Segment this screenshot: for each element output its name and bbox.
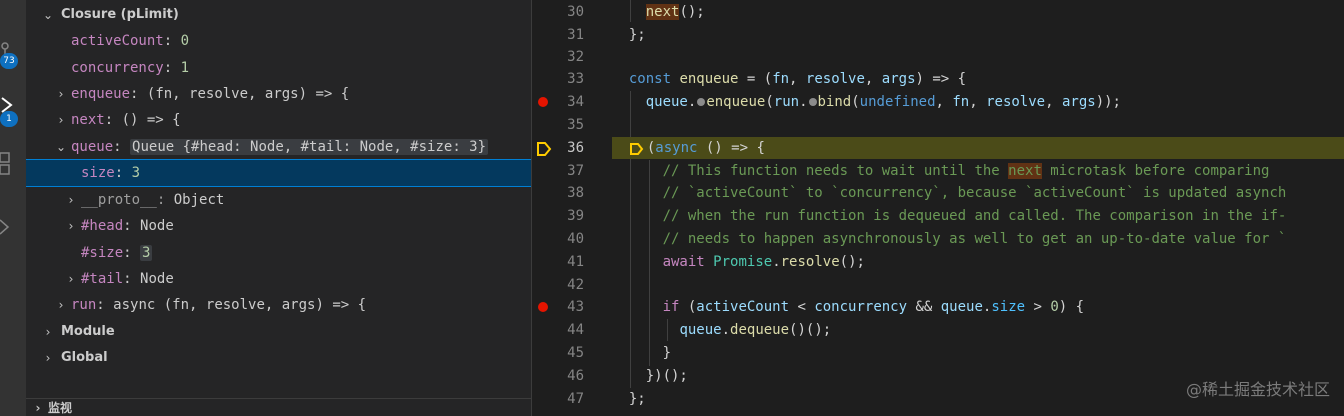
chevron-right-icon[interactable]: › (63, 187, 79, 213)
line-number: 39 (567, 208, 584, 224)
inline-breakpoint-icon[interactable] (808, 98, 817, 106)
inline-breakpoint-icon[interactable] (697, 98, 706, 106)
variable-row-queue[interactable]: ⌄ queue: Queue {#head: Node, #tail: Node… (26, 134, 531, 160)
variable-row-run[interactable]: › run: async (fn, resolve, args) => { (26, 292, 531, 318)
code-line-38: // `activeCount` to `concurrency`, becau… (662, 185, 1287, 201)
code-line-39: // when the run function is dequeued and… (662, 208, 1287, 224)
code-line-34: queue. enqueue(run. bind(undefined, fn, re… (645, 94, 1121, 110)
extensions-icon[interactable] (0, 148, 26, 178)
code-line-31: }; (628, 27, 646, 43)
variable-row-next[interactable]: › next: () => { (26, 107, 531, 133)
chevron-right-icon[interactable]: › (40, 319, 56, 345)
variable-row-tail[interactable]: › #tail: Node (26, 266, 531, 292)
code-line-44: queue.dequeue()(); (679, 322, 832, 338)
code-line-45: } (662, 345, 672, 361)
code-line-43: if (activeCount < concurrency && queue.s… (662, 299, 1085, 315)
variable-row-size[interactable]: size: 3 (26, 159, 531, 187)
line-number: 32 (567, 49, 584, 65)
watermark: @稀土掘金技术社区 (1185, 380, 1330, 399)
chevron-right-icon[interactable]: › (53, 81, 69, 107)
line-number: 31 (567, 27, 584, 43)
paused-breakpoint-icon[interactable] (535, 140, 553, 158)
code-editor[interactable]: next(); }; const enqueue = (fn, resolve,… (612, 0, 1344, 416)
line-number: 35 (567, 117, 584, 133)
line-number: 45 (567, 345, 584, 361)
variables-panel: ⌄ Closure (pLimit) activeCount: 0 concur… (26, 0, 531, 416)
chevron-right-icon[interactable]: › (40, 345, 56, 371)
chevron-down-icon[interactable]: ⌄ (40, 2, 56, 28)
variable-row-concurrency[interactable]: concurrency: 1 (26, 55, 531, 81)
source-control-badge: 73 (0, 53, 18, 69)
inline-paused-icon (629, 141, 647, 155)
line-number: 42 (567, 277, 584, 293)
code-line-40: // needs to happen asynchronously as wel… (662, 231, 1287, 247)
line-number: 38 (567, 185, 584, 201)
variable-row-activecount[interactable]: activeCount: 0 (26, 28, 531, 54)
line-number: 37 (567, 163, 584, 179)
variable-row-enqueue[interactable]: › enqueue: (fn, resolve, args) => { (26, 81, 531, 107)
variable-row-head[interactable]: › #head: Node (26, 213, 531, 239)
line-number: 44 (567, 322, 584, 338)
code-line-41: await Promise.resolve(); (662, 254, 865, 270)
variable-row-proto[interactable]: › __proto__: Object (26, 187, 531, 213)
line-number: 41 (567, 254, 584, 270)
breakpoint-icon[interactable] (538, 302, 548, 312)
line-number: 46 (567, 368, 584, 384)
scope-global[interactable]: › Global (26, 345, 531, 371)
code-line-30: next(); (645, 4, 705, 20)
line-number: 47 (567, 391, 584, 407)
remote-explorer-icon[interactable] (0, 212, 26, 242)
activity-bar: 73 1 (0, 0, 26, 416)
breakpoint-icon[interactable] (538, 97, 548, 107)
chevron-right-icon[interactable]: › (30, 399, 46, 416)
debug-badge: 1 (0, 111, 18, 127)
chevron-down-icon[interactable]: ⌄ (53, 134, 69, 160)
variable-row-private-size[interactable]: #size: 3 (26, 240, 531, 266)
line-number: 40 (567, 231, 584, 247)
scope-closure[interactable]: ⌄ Closure (pLimit) (26, 2, 531, 28)
watch-section-header[interactable]: › 监视 (26, 398, 531, 416)
scope-module[interactable]: › Module (26, 319, 531, 345)
chevron-right-icon[interactable]: › (53, 107, 69, 133)
line-number: 33 (567, 71, 584, 87)
code-line-33: const enqueue = (fn, resolve, args) => { (628, 71, 967, 87)
code-line-36-paused: (async () => { (612, 137, 1344, 159)
chevron-right-icon[interactable]: › (53, 292, 69, 318)
code-line-37: // This function needs to wait until the… (662, 163, 1270, 179)
editor-gutter: 30 31 32 33 34 35 36 37 38 39 40 41 42 4… (532, 0, 612, 416)
line-number: 30 (567, 4, 584, 20)
chevron-right-icon[interactable]: › (63, 213, 79, 239)
chevron-right-icon[interactable]: › (63, 266, 79, 292)
